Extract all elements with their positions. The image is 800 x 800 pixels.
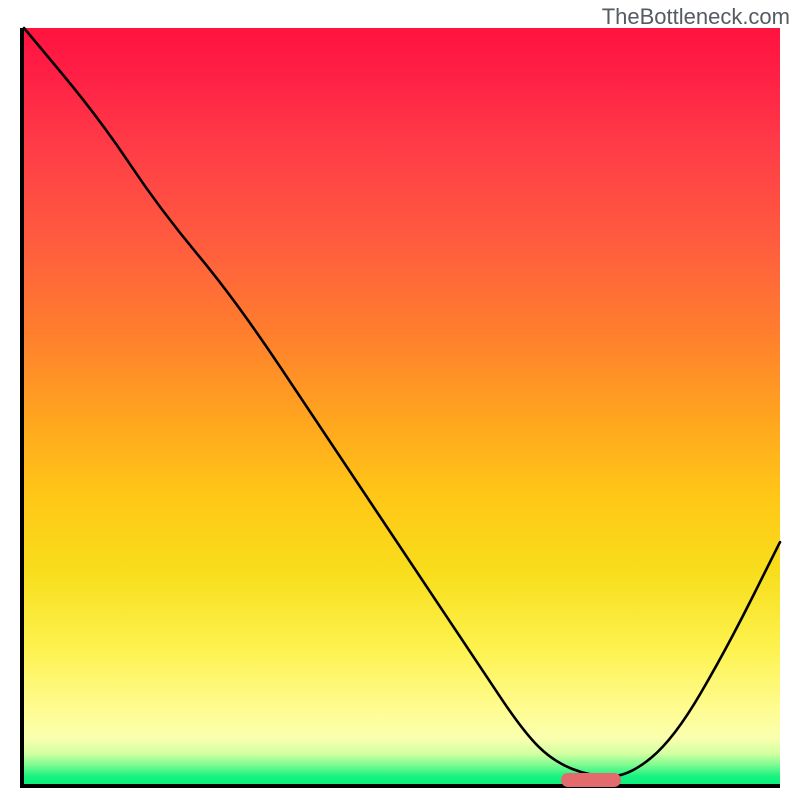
chart-stage: TheBottleneck.com	[0, 0, 800, 800]
watermark-text: TheBottleneck.com	[602, 4, 790, 30]
plot-frame	[20, 28, 780, 788]
optimal-range-marker	[561, 773, 621, 787]
bottleneck-curve	[24, 28, 780, 784]
